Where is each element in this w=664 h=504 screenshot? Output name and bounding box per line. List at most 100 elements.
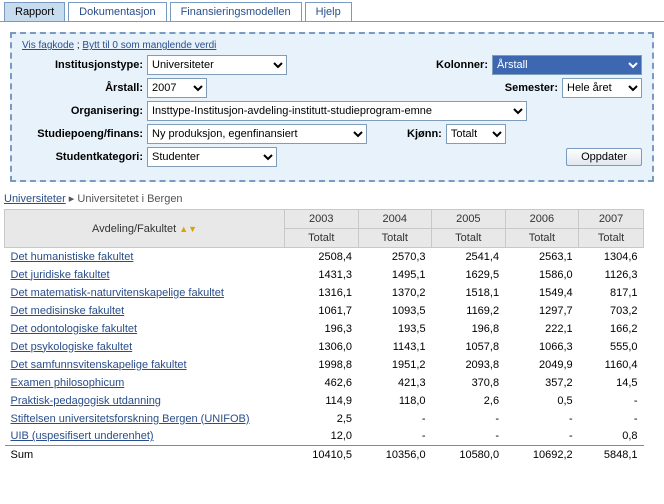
oppdater-button[interactable]: Oppdater bbox=[566, 148, 642, 166]
tab-dokumentasjon[interactable]: Dokumentasjon bbox=[68, 2, 166, 21]
cell: 2563,1 bbox=[505, 248, 579, 266]
col-header-2005[interactable]: 2005 bbox=[432, 210, 506, 229]
cell: 196,8 bbox=[432, 320, 506, 338]
sum-cell: 10410,5 bbox=[285, 446, 359, 464]
cell: - bbox=[432, 428, 506, 446]
col-header-fakultet[interactable]: Avdeling/Fakultet ▲▼ bbox=[5, 210, 285, 248]
row-link[interactable]: Det humanistiske fakultet bbox=[11, 251, 134, 263]
cell: 2508,4 bbox=[285, 248, 359, 266]
cell: 1316,1 bbox=[285, 284, 359, 302]
table-row: Det samfunnsvitenskapelige fakultet 1998,… bbox=[5, 356, 644, 374]
cell: 1951,2 bbox=[358, 356, 432, 374]
sum-cell: 10580,0 bbox=[432, 446, 506, 464]
cell: - bbox=[505, 428, 579, 446]
select-kolonner[interactable]: Årstall bbox=[492, 55, 642, 75]
tab-rapport[interactable]: Rapport bbox=[4, 2, 65, 21]
cell: 2049,9 bbox=[505, 356, 579, 374]
cell: 0,5 bbox=[505, 392, 579, 410]
sub-2007: Totalt bbox=[579, 229, 644, 248]
filter-links: Vis fagkode ; Bytt til 0 som manglende v… bbox=[22, 40, 642, 51]
row-link[interactable]: Det matematisk-naturvitenskapelige fakul… bbox=[11, 287, 224, 299]
cell: - bbox=[358, 410, 432, 428]
cell: 1431,3 bbox=[285, 266, 359, 284]
row-link[interactable]: Praktisk-pedagogisk utdanning bbox=[11, 395, 161, 407]
cell: 1549,4 bbox=[505, 284, 579, 302]
cell: 14,5 bbox=[579, 374, 644, 392]
row-link[interactable]: Det psykologiske fakultet bbox=[11, 341, 133, 353]
cell: 0,8 bbox=[579, 428, 644, 446]
data-table: Avdeling/Fakultet ▲▼ 2003 2004 2005 2006… bbox=[4, 209, 644, 464]
cell: 2,5 bbox=[285, 410, 359, 428]
cell: 1066,3 bbox=[505, 338, 579, 356]
table-row: Det juridiske fakultet1431,31495,11629,5… bbox=[5, 266, 644, 284]
table-row: Det matematisk-naturvitenskapelige fakul… bbox=[5, 284, 644, 302]
select-studentkategori[interactable]: Studenter bbox=[147, 147, 277, 167]
cell: 370,8 bbox=[432, 374, 506, 392]
cell: - bbox=[358, 428, 432, 446]
cell: 193,5 bbox=[358, 320, 432, 338]
cell: 1297,7 bbox=[505, 302, 579, 320]
cell: 817,1 bbox=[579, 284, 644, 302]
row-link[interactable]: Det medisinske fakultet bbox=[11, 305, 125, 317]
cell: 1169,2 bbox=[432, 302, 506, 320]
row-link[interactable]: Det odontologiske fakultet bbox=[11, 323, 138, 335]
cell: 1306,0 bbox=[285, 338, 359, 356]
table-row: Det medisinske fakultet 1061,71093,51169,… bbox=[5, 302, 644, 320]
sum-label: Sum bbox=[5, 446, 285, 464]
col-header-2007[interactable]: 2007 bbox=[579, 210, 644, 229]
table-row: Det humanistiske fakultet 2508,42570,3254… bbox=[5, 248, 644, 266]
col-header-2003[interactable]: 2003 bbox=[285, 210, 359, 229]
cell: 462,6 bbox=[285, 374, 359, 392]
label-semester: Semester: bbox=[485, 82, 562, 94]
tab-finansieringsmodellen[interactable]: Finansieringsmodellen bbox=[170, 2, 302, 21]
cell: 1304,6 bbox=[579, 248, 644, 266]
breadcrumb-root[interactable]: Universiteter bbox=[4, 193, 66, 205]
breadcrumb-current: Universitetet i Bergen bbox=[77, 193, 182, 205]
cell: 1998,8 bbox=[285, 356, 359, 374]
select-organisering[interactable]: Insttype-Institusjon-avdeling-institutt-… bbox=[147, 101, 527, 121]
cell: 2570,3 bbox=[358, 248, 432, 266]
cell: - bbox=[579, 410, 644, 428]
label-organisering: Organisering: bbox=[22, 105, 147, 117]
sub-2003: Totalt bbox=[285, 229, 359, 248]
select-arstall[interactable]: 2007 bbox=[147, 78, 207, 98]
row-link[interactable]: Det samfunnsvitenskapelige fakultet bbox=[11, 359, 187, 371]
table-row: Det psykologiske fakultet1306,01143,1105… bbox=[5, 338, 644, 356]
cell: 2093,8 bbox=[432, 356, 506, 374]
cell: 1126,3 bbox=[579, 266, 644, 284]
link-bytt-null[interactable]: Bytt til 0 som manglende verdi bbox=[82, 40, 216, 51]
row-link[interactable]: Examen philosophicum bbox=[11, 377, 125, 389]
label-studentkategori: Studentkategori: bbox=[22, 151, 147, 163]
cell: 703,2 bbox=[579, 302, 644, 320]
row-link[interactable]: UIB (uspesifisert underenhet) bbox=[11, 430, 154, 442]
sub-2006: Totalt bbox=[505, 229, 579, 248]
cell: - bbox=[579, 392, 644, 410]
cell: 1061,7 bbox=[285, 302, 359, 320]
select-semester[interactable]: Hele året bbox=[562, 78, 642, 98]
cell: 1518,1 bbox=[432, 284, 506, 302]
col-header-2004[interactable]: 2004 bbox=[358, 210, 432, 229]
label-arstall: Årstall: bbox=[22, 82, 147, 94]
cell: - bbox=[432, 410, 506, 428]
cell: 2,6 bbox=[432, 392, 506, 410]
select-kjonn[interactable]: Totalt bbox=[446, 124, 506, 144]
table-row: Praktisk-pedagogisk utdanning114,9118,02… bbox=[5, 392, 644, 410]
table-row: Stiftelsen universitetsforskning Bergen … bbox=[5, 410, 644, 428]
cell: 1093,5 bbox=[358, 302, 432, 320]
select-studiepoeng[interactable]: Ny produksjon, egenfinansiert bbox=[147, 124, 367, 144]
cell: 2541,4 bbox=[432, 248, 506, 266]
row-link[interactable]: Stiftelsen universitetsforskning Bergen … bbox=[11, 413, 250, 425]
link-vis-fagkode[interactable]: Vis fagkode bbox=[22, 40, 74, 51]
filter-panel: Vis fagkode ; Bytt til 0 som manglende v… bbox=[10, 32, 654, 182]
sort-icon[interactable]: ▲▼ bbox=[179, 224, 197, 234]
tab-hjelp[interactable]: Hjelp bbox=[305, 2, 352, 21]
col-header-2006[interactable]: 2006 bbox=[505, 210, 579, 229]
sum-row: Sum10410,510356,010580,010692,25848,1 bbox=[5, 446, 644, 464]
select-institusjonstype[interactable]: Universiteter bbox=[147, 55, 287, 75]
cell: 12,0 bbox=[285, 428, 359, 446]
cell: 196,3 bbox=[285, 320, 359, 338]
label-kolonner: Kolonner: bbox=[416, 59, 492, 71]
cell: 1160,4 bbox=[579, 356, 644, 374]
row-link[interactable]: Det juridiske fakultet bbox=[11, 269, 110, 281]
cell: 1495,1 bbox=[358, 266, 432, 284]
